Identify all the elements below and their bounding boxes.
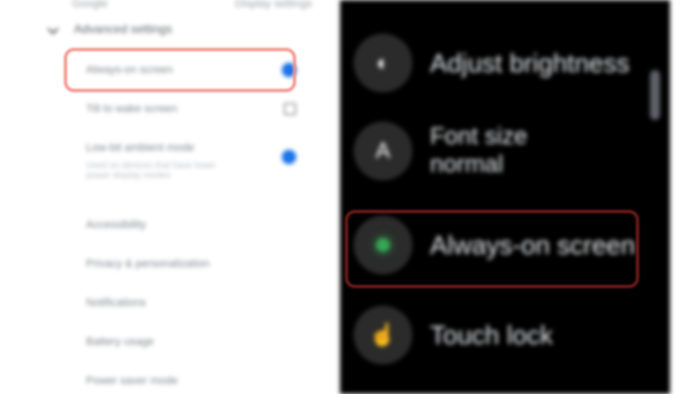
setting-row-low-bit-ambient[interactable]: Low-bit ambient mode bbox=[86, 137, 296, 164]
watch-item-label: Font size normal bbox=[430, 123, 527, 179]
chevron-down-icon bbox=[48, 24, 58, 34]
settings-item-label: Accessibility bbox=[86, 219, 146, 231]
highlight-box-settings bbox=[64, 48, 296, 92]
setting-subtext: Used on devices that have lower power di… bbox=[86, 160, 217, 180]
settings-item-notifications[interactable]: Notifications bbox=[86, 292, 296, 314]
setting-label: Low-bit ambient mode bbox=[86, 142, 195, 154]
touch-icon: ☝ bbox=[354, 306, 412, 364]
settings-item-label: Battery usage bbox=[86, 336, 154, 348]
settings-topbar: Google Display settings bbox=[72, 0, 312, 12]
watch-item-font-size[interactable]: A Font size normal bbox=[340, 122, 670, 180]
font-size-icon: A bbox=[354, 122, 412, 180]
settings-item-power-saver[interactable]: Power saver mode bbox=[86, 370, 296, 392]
settings-item-label: Power saver mode bbox=[86, 375, 178, 387]
watch-item-label: Adjust brightness bbox=[430, 48, 630, 78]
advanced-settings-header[interactable]: Advanced settings bbox=[48, 22, 172, 36]
highlight-box-watch bbox=[345, 210, 639, 288]
watch-item-label-line2: normal bbox=[430, 151, 504, 178]
watch-item-label: Touch lock bbox=[430, 320, 553, 350]
checkbox[interactable] bbox=[284, 103, 296, 115]
setting-row-tilt-to-wake[interactable]: Tilt to wake screen bbox=[86, 98, 296, 120]
toggle-dot[interactable] bbox=[282, 150, 296, 164]
section-title: Advanced settings bbox=[74, 22, 173, 36]
watch-screen: ◐ Adjust brightness A Font size normal A… bbox=[340, 0, 670, 394]
watch-item-touch-lock[interactable]: ☝ Touch lock bbox=[340, 306, 670, 364]
topbar-left-text: Google bbox=[72, 0, 108, 10]
settings-item-accessibility[interactable]: Accessibility bbox=[86, 214, 296, 236]
watch-item-adjust-brightness[interactable]: ◐ Adjust brightness bbox=[340, 34, 670, 92]
settings-item-label: Notifications bbox=[86, 297, 146, 309]
settings-item-battery[interactable]: Battery usage bbox=[86, 331, 296, 353]
brightness-icon: ◐ bbox=[354, 34, 412, 92]
settings-item-label: Privacy & personalization bbox=[86, 258, 210, 270]
setting-label: Tilt to wake screen bbox=[86, 103, 178, 115]
topbar-right-text: Display settings bbox=[234, 0, 312, 10]
watch-item-label-line1: Font size bbox=[430, 123, 528, 150]
settings-item-privacy[interactable]: Privacy & personalization bbox=[86, 253, 296, 275]
